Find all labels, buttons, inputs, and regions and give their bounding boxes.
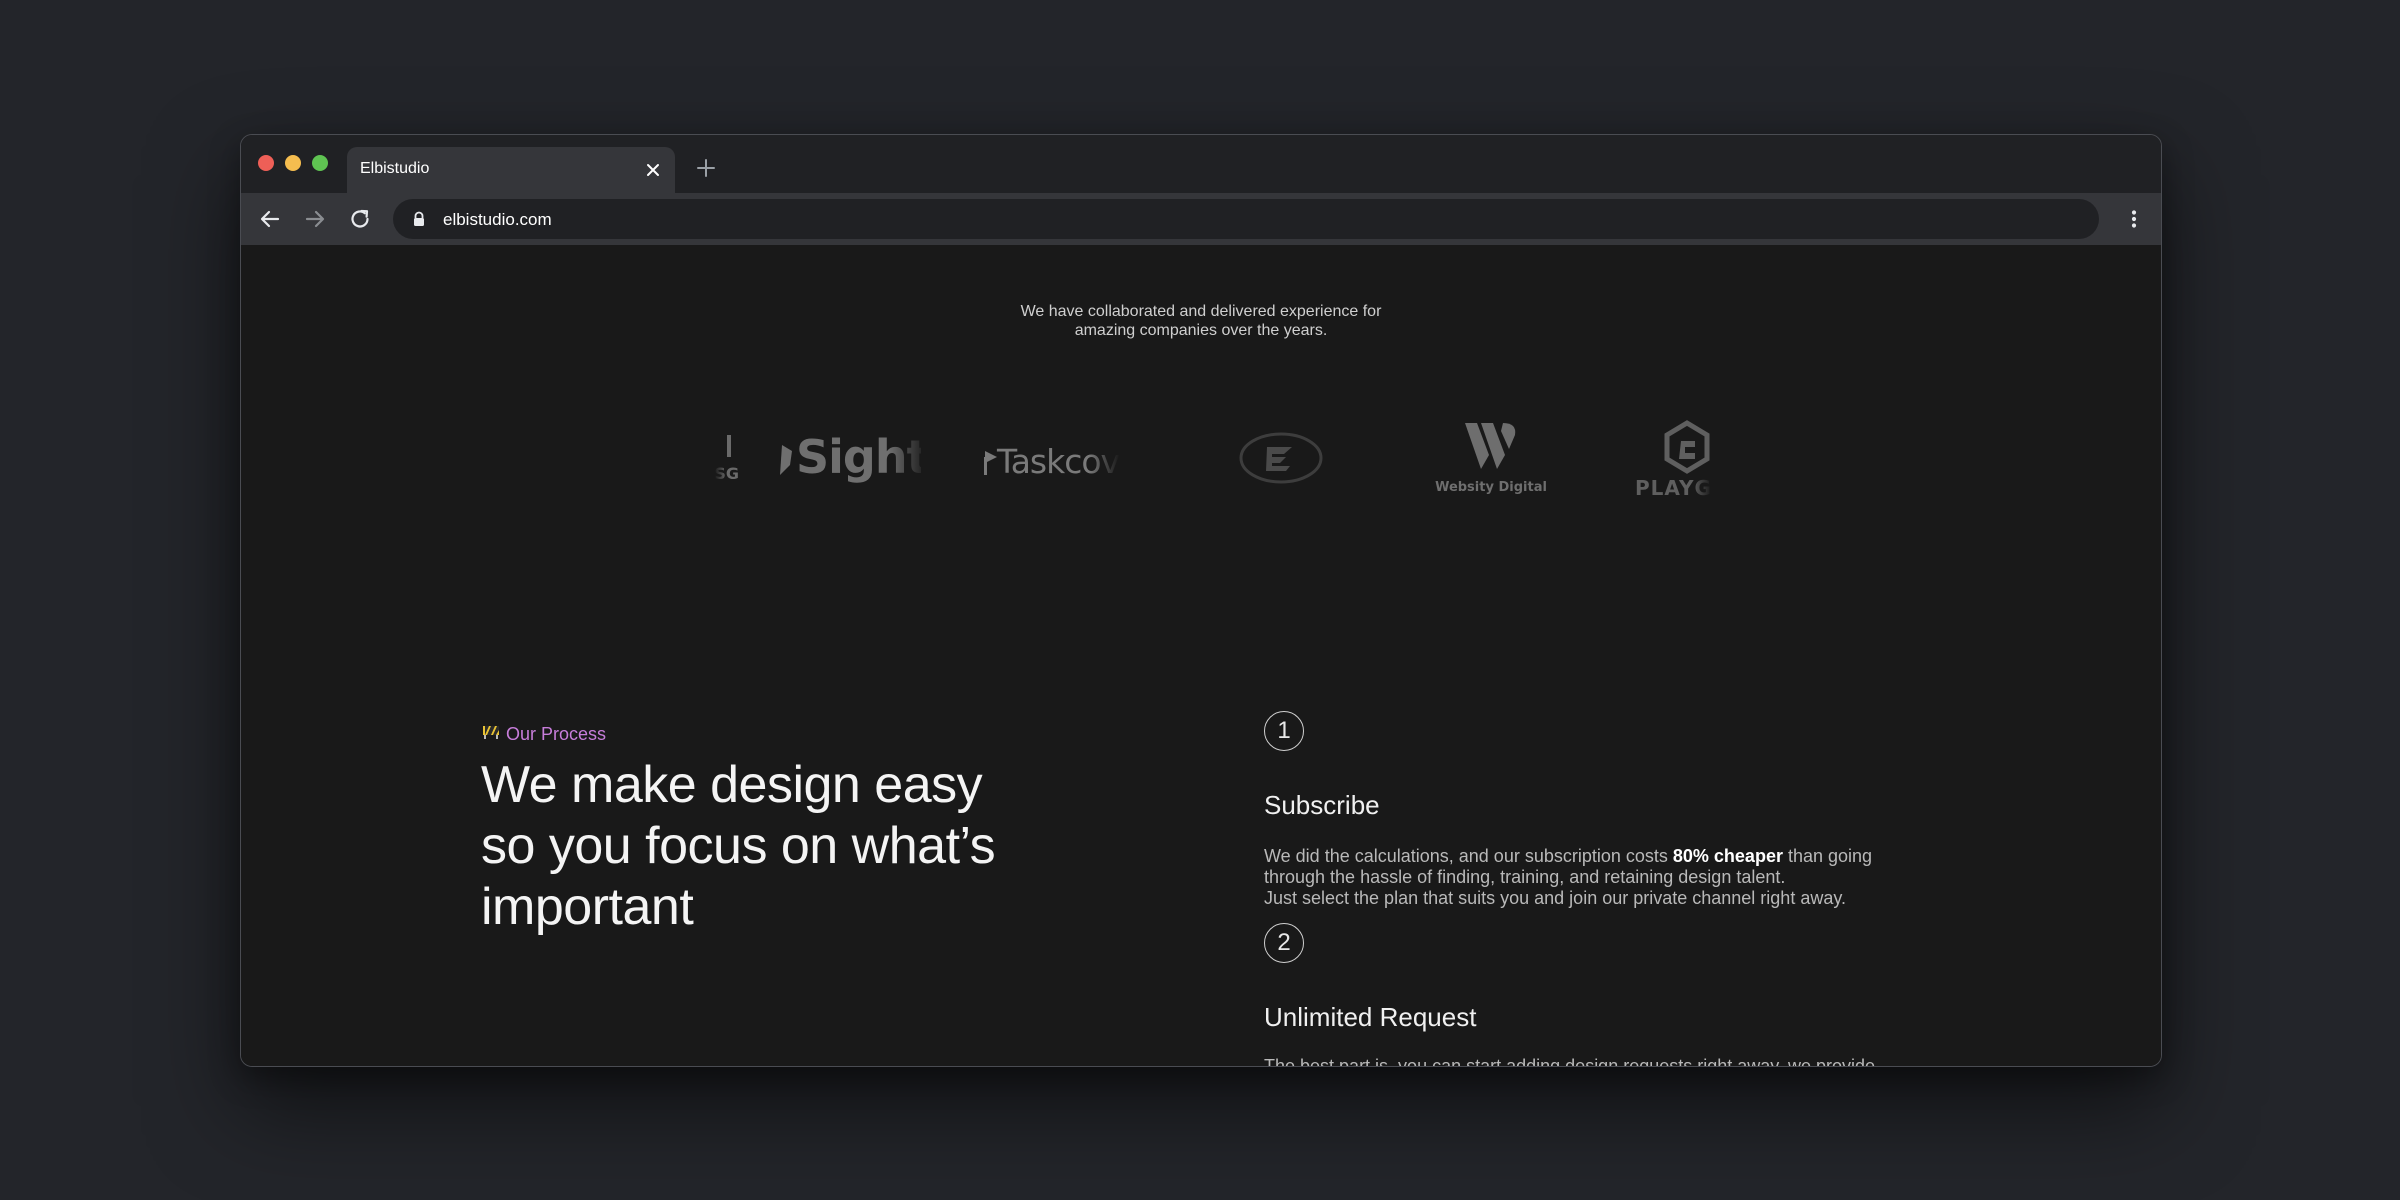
forward-arrow-icon[interactable] xyxy=(302,206,328,232)
client-logo-text: PLAYG xyxy=(1635,476,1712,500)
process-eyebrow: Our Process xyxy=(482,722,606,746)
step-1-number: 1 xyxy=(1264,711,1304,751)
client-logo-text: Websity Digital xyxy=(1435,480,1547,495)
headline-line-1: We make design easy xyxy=(481,756,983,814)
lock-icon xyxy=(411,211,427,227)
window-maximize-dot[interactable] xyxy=(312,155,328,171)
process-eyebrow-label: Our Process xyxy=(506,723,607,744)
close-icon[interactable] xyxy=(643,160,663,180)
step-1-desc-text-end: than going xyxy=(1782,846,1873,866)
client-logo-text: Sight xyxy=(796,430,921,484)
step-1-desc-line-1: We did the calculations, and our subscri… xyxy=(1264,846,1924,867)
client-logos-strip: SG Sight Taskcov Websity Digital PLAYG xyxy=(671,405,1733,505)
back-arrow-icon[interactable] xyxy=(257,206,283,232)
plus-icon[interactable] xyxy=(693,155,719,181)
headline-line-3: important xyxy=(481,878,694,936)
step-1-desc-line-2: through the hassle of finding, training,… xyxy=(1264,867,1786,887)
client-logo-playg: PLAYG xyxy=(1635,420,1712,500)
step-2-desc-line-1: The best part is, you can start adding d… xyxy=(1264,1056,1875,1066)
process-headline: We make design easy so you focus on what… xyxy=(481,755,1081,938)
address-bar[interactable]: elbistudio.com xyxy=(393,199,2099,239)
client-logo-circle-e xyxy=(1239,432,1323,484)
reload-icon[interactable] xyxy=(347,206,373,232)
step-1-highlight: 80% cheaper xyxy=(1672,846,1783,866)
client-logo-sight: Sight xyxy=(780,430,921,484)
step-1-title: Subscribe xyxy=(1264,790,1380,820)
browser-toolbar: elbistudio.com xyxy=(241,193,2161,245)
client-logo-text: SG xyxy=(714,464,739,483)
browser-window: Elbistudio elbistudio.com We have collab… xyxy=(240,134,2162,1067)
url-text: elbistudio.com xyxy=(443,210,552,229)
window-minimize-dot[interactable] xyxy=(285,155,301,171)
step-1-description: We did the calculations, and our subscri… xyxy=(1264,846,1924,909)
clients-intro-line-2: amazing companies over the years. xyxy=(1074,322,1328,339)
client-logo-sg: SG xyxy=(714,435,739,483)
window-close-dot[interactable] xyxy=(258,155,274,171)
step-1-desc-line-3: Just select the plan that suits you and … xyxy=(1264,888,1847,908)
step-1-desc-text: We did the calculations, and our subscri… xyxy=(1264,846,1673,866)
client-logo-text: Taskcov xyxy=(996,442,1120,481)
clients-intro: We have collaborated and delivered exper… xyxy=(1001,302,1401,340)
client-logo-taskcov: Taskcov xyxy=(984,442,1121,481)
step-2-number: 2 xyxy=(1264,923,1304,963)
construction-sign-icon xyxy=(482,724,500,745)
tab-title: Elbistudio xyxy=(360,160,430,177)
clients-intro-line-1: We have collaborated and delivered exper… xyxy=(1020,303,1382,320)
kebab-menu-icon[interactable] xyxy=(2121,206,2147,232)
headline-line-2: so you focus on what’s xyxy=(481,817,996,875)
browser-tab[interactable]: Elbistudio xyxy=(347,147,675,195)
tab-strip: Elbistudio xyxy=(241,135,2161,195)
client-logo-websity-digital: Websity Digital xyxy=(1435,423,1547,495)
page-content: We have collaborated and delivered exper… xyxy=(241,245,2161,1066)
step-2-title: Unlimited Request xyxy=(1264,1002,1477,1032)
step-2-description: The best part is, you can start adding d… xyxy=(1264,1056,1924,1066)
